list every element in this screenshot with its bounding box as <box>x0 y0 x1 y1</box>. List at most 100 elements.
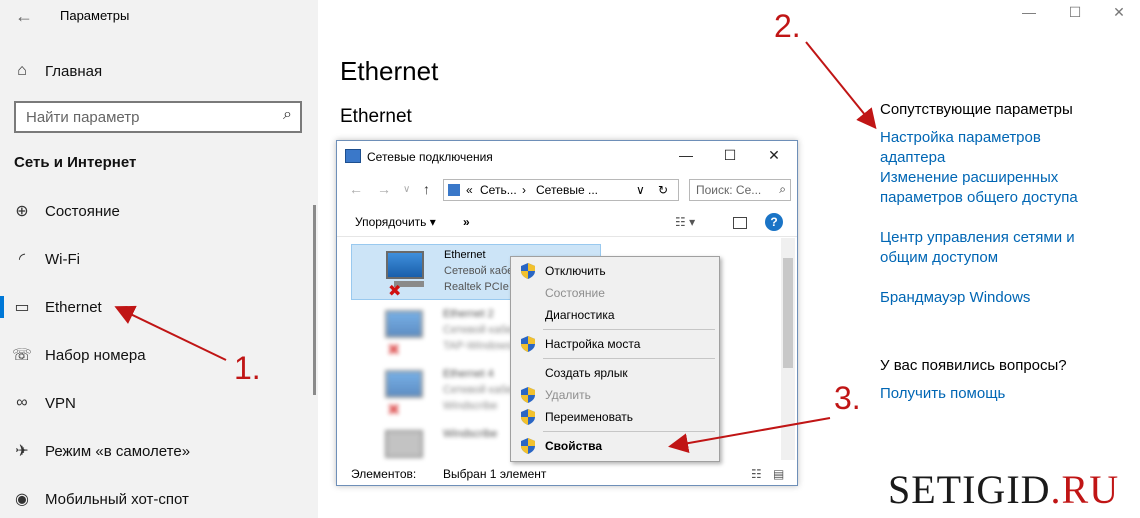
item-device: Realtek PCIe <box>444 281 509 293</box>
preview-pane-icon[interactable] <box>733 217 747 229</box>
view-options-icon[interactable]: ☷ ▾ <box>675 215 695 229</box>
sidebar-item-ethernet[interactable]: ▭ Ethernet <box>0 287 318 327</box>
chevron-down-icon[interactable]: ∨ <box>636 183 645 197</box>
page-title: Ethernet <box>340 56 439 86</box>
network-adapter-icon <box>385 370 423 398</box>
shield-icon <box>521 387 535 403</box>
menu-item-properties[interactable]: Свойства <box>511 435 719 457</box>
search-icon[interactable]: ⌕ <box>779 182 786 197</box>
sharing-settings-link[interactable]: Изменение расширенных параметров общего … <box>880 168 1110 208</box>
forward-arrow-icon[interactable]: → <box>377 181 391 197</box>
folder-search-input[interactable]: Поиск: Се... ⌕ <box>689 179 791 201</box>
back-arrow-icon[interactable]: ← <box>349 181 363 197</box>
sidebar-scrollbar[interactable] <box>313 205 316 395</box>
organize-button[interactable]: Упорядочить ▾ <box>355 215 436 229</box>
menu-item-shortcut[interactable]: Создать ярлык <box>511 362 719 384</box>
disconnected-icon: ✖ <box>387 342 401 359</box>
window-titlebar[interactable]: Сетевые подключения — ☐ ✕ <box>337 141 797 173</box>
sidebar-item-airplane[interactable]: ✈ Режим «в самолете» <box>0 431 318 471</box>
menu-item-label: Свойства <box>545 439 603 453</box>
status-bar: Элементов: Выбран 1 элемент ☷ ▤ <box>337 463 797 485</box>
sidebar-item-label: Wi-Fi <box>45 250 80 268</box>
home-icon: ⌂ <box>17 62 27 79</box>
menu-item-label: Настройка моста <box>545 337 641 351</box>
menu-item-label: Удалить <box>545 388 591 402</box>
search-placeholder: Найти параметр <box>26 109 140 126</box>
settings-search-input[interactable]: Найти параметр ⌕ <box>14 101 302 133</box>
tiles-view-icon[interactable]: ▤ <box>773 467 784 481</box>
firewall-link[interactable]: Брандмауэр Windows <box>880 288 1110 308</box>
watermark-domain: .RU <box>1050 467 1120 512</box>
sidebar-item-dialup[interactable]: ☏ Набор номера <box>0 335 318 375</box>
menu-item-bridge[interactable]: Настройка моста <box>511 333 719 355</box>
refresh-icon[interactable]: ↻ <box>658 183 668 197</box>
sidebar-item-wifi[interactable]: ◜ Wi-Fi <box>0 239 318 279</box>
vpn-icon: ∞ <box>16 394 28 411</box>
hotspot-icon: ◉ <box>15 491 29 508</box>
address-bar[interactable]: « Сеть... › Сетевые ... ∨ ↻ <box>443 179 679 201</box>
minimize-button[interactable]: — <box>673 147 699 163</box>
get-help-link[interactable]: Получить помощь <box>880 384 1110 404</box>
globe-icon: ⊕ <box>15 203 29 220</box>
menu-item-delete[interactable]: Удалить <box>511 384 719 406</box>
item-name: Ethernet 2 <box>443 308 494 320</box>
watermark-main: SETIGID <box>888 467 1051 512</box>
menu-item-rename[interactable]: Переименовать <box>511 406 719 428</box>
list-scrollbar[interactable] <box>781 238 795 460</box>
address-bar-row: ← → ∨ ↑ « Сеть... › Сетевые ... ∨ ↻ Поис… <box>343 177 793 203</box>
breadcrumb-network[interactable]: Сеть... <box>480 183 517 197</box>
close-button[interactable]: ✕ <box>761 147 787 164</box>
adapter-settings-link[interactable]: Настройка параметров адаптера <box>880 128 1110 168</box>
details-view-icon[interactable]: ☷ <box>751 467 762 481</box>
sidebar-item-hotspot[interactable]: ◉ Мобильный хот-спот <box>0 479 318 518</box>
sidebar-item-label: Набор номера <box>45 346 146 364</box>
network-adapter-icon <box>385 310 423 338</box>
more-commands-button[interactable]: » <box>463 215 470 229</box>
shield-icon <box>521 409 535 425</box>
maximize-button[interactable]: ☐ <box>1060 4 1090 21</box>
recent-dropdown-icon[interactable]: ∨ <box>403 184 410 195</box>
search-icon[interactable]: ⌕ <box>283 106 292 124</box>
close-button[interactable]: ✕ <box>1104 4 1134 21</box>
menu-item-status[interactable]: Состояние <box>511 282 719 304</box>
network-center-link[interactable]: Центр управления сетями и общим доступом <box>880 228 1110 268</box>
window-title: Сетевые подключения <box>367 150 493 164</box>
up-arrow-icon[interactable]: ↑ <box>423 181 430 197</box>
context-menu: Отключить Состояние Диагностика Настройк… <box>510 256 720 462</box>
item-status: Сетевой кабе <box>444 265 514 277</box>
shield-icon <box>521 438 535 454</box>
minimize-button[interactable]: — <box>1014 4 1044 20</box>
back-arrow-icon[interactable]: ← <box>12 4 36 28</box>
item-count-label: Элементов: <box>351 467 417 481</box>
sidebar-item-vpn[interactable]: ∞ VPN <box>0 383 318 423</box>
shield-icon <box>521 263 535 279</box>
sidebar-item-status[interactable]: ⊕ Состояние <box>0 191 318 231</box>
sidebar-item-label: Режим «в самолете» <box>45 442 191 460</box>
menu-separator <box>543 358 715 359</box>
menu-item-label: Переименовать <box>545 410 633 424</box>
network-folder-icon <box>345 149 361 163</box>
menu-item-label: Диагностика <box>545 308 615 322</box>
section-subtitle: Ethernet <box>340 106 412 127</box>
selection-label: Выбран 1 элемент <box>443 467 547 481</box>
address-prefix: « <box>466 183 473 197</box>
scrollbar-thumb[interactable] <box>783 258 793 368</box>
sidebar-item-label: Главная <box>45 62 103 80</box>
menu-item-label: Состояние <box>545 286 605 300</box>
sidebar-item-label: Ethernet <box>45 298 102 316</box>
sidebar-item-home[interactable]: ⌂ Главная <box>0 51 318 91</box>
watermark: SETIGID.RU <box>888 466 1119 513</box>
step-2-label: 2. <box>774 8 801 44</box>
help-icon[interactable]: ? <box>765 213 783 231</box>
maximize-button[interactable]: ☐ <box>717 147 743 164</box>
step-1-label: 1. <box>234 350 261 386</box>
menu-item-diagnostics[interactable]: Диагностика <box>511 304 719 326</box>
breadcrumb-connections[interactable]: Сетевые ... <box>536 183 598 197</box>
menu-item-disable[interactable]: Отключить <box>511 260 719 282</box>
menu-separator <box>543 329 715 330</box>
step-3-label: 3. <box>834 380 861 416</box>
shield-icon <box>521 336 535 352</box>
monitor-icon: ▭ <box>14 299 30 316</box>
airplane-icon: ✈ <box>15 443 29 460</box>
sidebar-item-label: VPN <box>45 394 76 412</box>
